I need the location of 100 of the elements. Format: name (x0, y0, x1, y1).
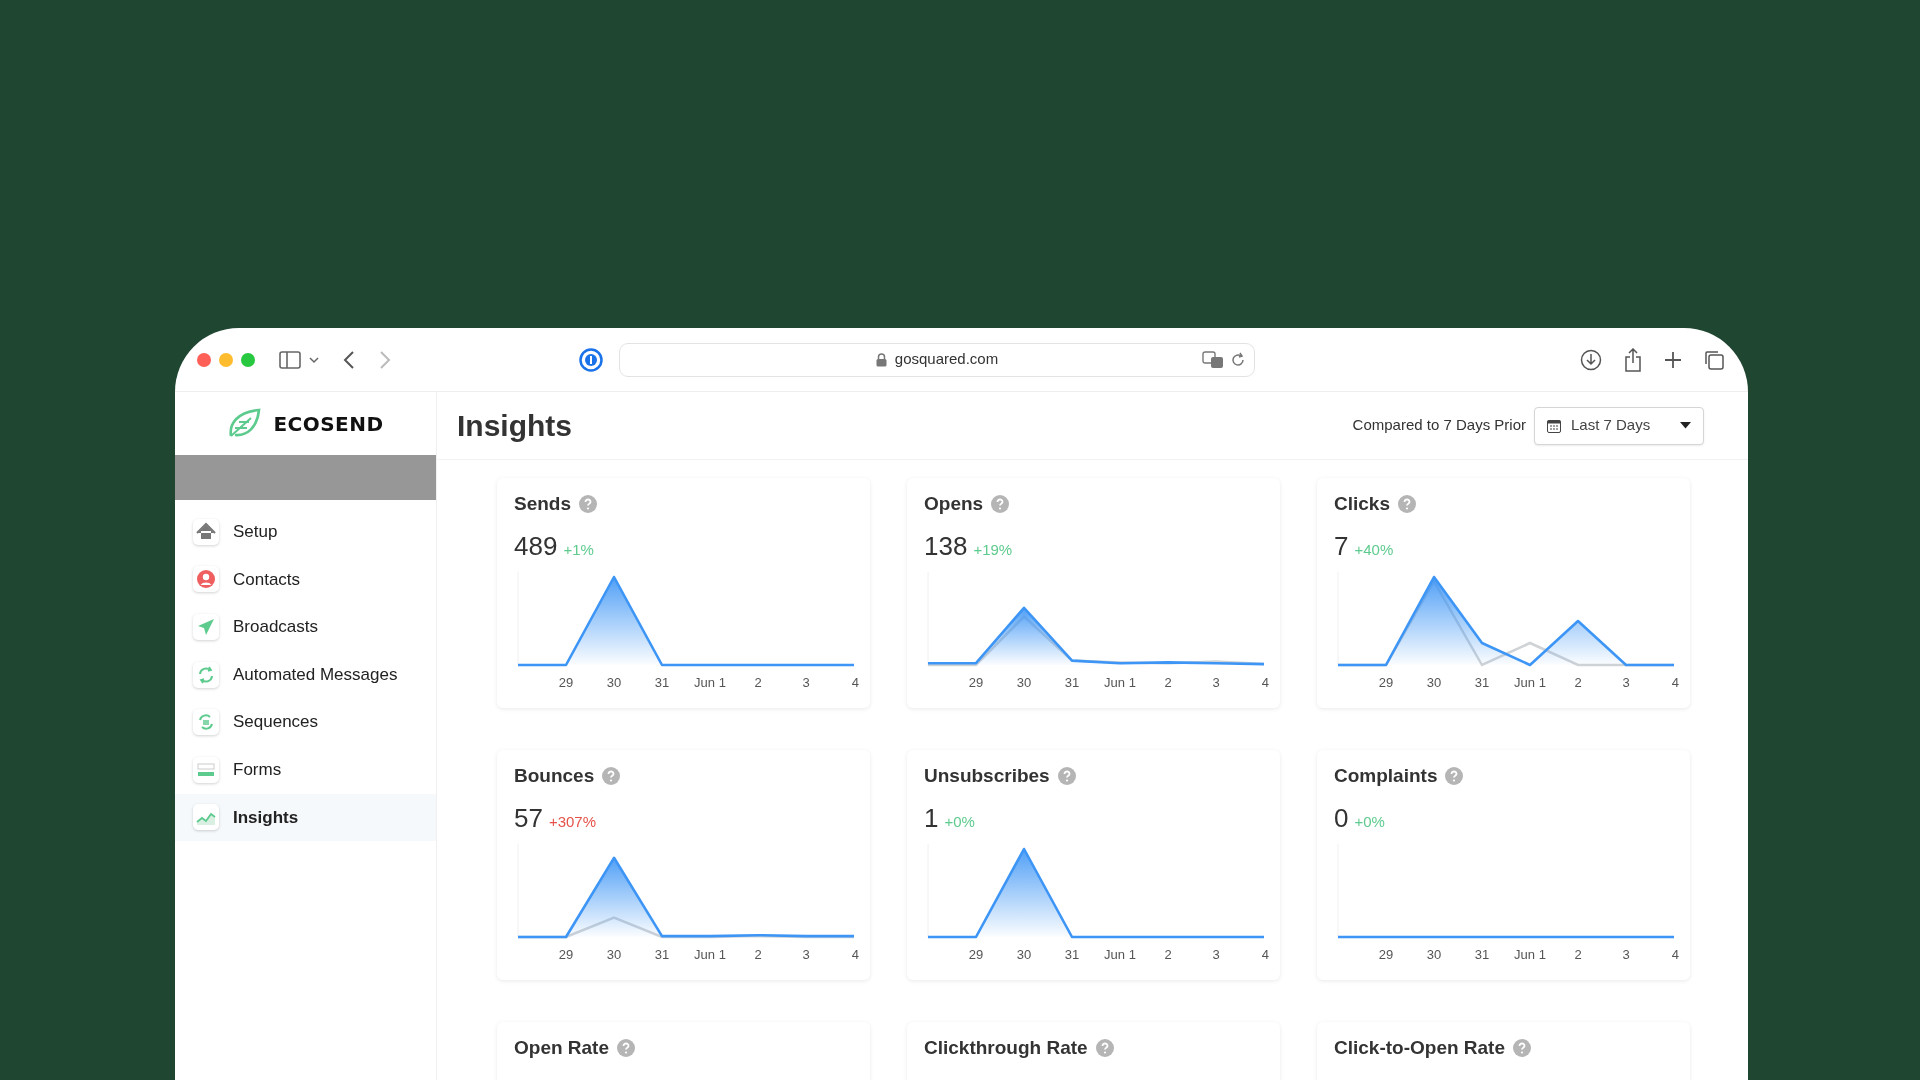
help-icon[interactable] (991, 495, 1010, 514)
sequence-icon (196, 712, 216, 733)
help-icon[interactable] (1095, 1039, 1114, 1058)
axis-label: 31 (1474, 946, 1490, 962)
tabs-icon[interactable] (1704, 349, 1724, 370)
card-title: Open Rate (514, 1036, 610, 1060)
axis-label: 30 (1016, 674, 1032, 690)
help-icon[interactable] (602, 767, 621, 786)
axis-label: 2 (754, 946, 762, 962)
help-icon[interactable] (1398, 495, 1416, 514)
card-title: Clickthrough Rate (924, 1036, 1088, 1060)
chevron-down-icon[interactable] (309, 355, 319, 364)
axis-label: Jun 1 (1514, 946, 1546, 962)
minimize-button[interactable] (219, 352, 233, 367)
lock-icon (875, 352, 887, 367)
axis-label: 29 (558, 946, 574, 962)
axis-label: 3 (1212, 946, 1220, 962)
axis-label: 4 (1671, 674, 1679, 690)
card-title: Click-to-Open Rate (1334, 1036, 1506, 1060)
axis-label: 29 (968, 946, 984, 962)
change-percent: +19% (973, 539, 1013, 560)
stat-value: 138 (924, 529, 968, 563)
comparison-label: Compared to 7 Days Prior (1352, 415, 1526, 436)
help-icon[interactable] (1057, 767, 1076, 786)
axis-label: 29 (1378, 946, 1394, 962)
leaf-logo-icon (227, 407, 262, 440)
stat-value: 7 (1334, 529, 1349, 563)
house-icon (196, 521, 216, 542)
axis-label: Jun 1 (694, 674, 726, 690)
sidebar-item[interactable]: Automated Messages (175, 650, 436, 699)
change-percent: +307% (548, 811, 597, 832)
axis-label: 31 (1064, 674, 1080, 690)
axis-label: Jun 1 (1104, 946, 1136, 962)
cycle-arrows-icon (196, 664, 216, 685)
axis-label: 2 (1164, 946, 1172, 962)
card-title: Unsubscribes (924, 764, 1050, 788)
back-icon[interactable] (343, 350, 355, 369)
stat-value: 0 (1334, 801, 1349, 835)
axis-label: 4 (1261, 946, 1269, 962)
sidebar-item[interactable]: Contacts (175, 555, 436, 604)
axis-label: 30 (1426, 674, 1442, 690)
url-text: gosquared.com (894, 349, 999, 370)
card-title: Sends (514, 492, 572, 516)
axis-label: 30 (606, 946, 622, 962)
change-percent: +1% (563, 539, 594, 560)
password-icon[interactable] (579, 347, 603, 372)
axis-label: 2 (754, 674, 762, 690)
axis-label: 4 (1671, 946, 1679, 962)
sidebar-item[interactable]: Broadcasts (175, 603, 436, 651)
card-title: Complaints (1334, 764, 1438, 788)
axis-label: 29 (1378, 674, 1394, 690)
axis-label: Jun 1 (1514, 674, 1546, 690)
axis-label: 2 (1574, 946, 1582, 962)
change-percent: +40% (1354, 539, 1394, 560)
sidebar-item[interactable]: Setup (175, 508, 436, 556)
sidebar-item[interactable]: Sequences (175, 698, 436, 746)
axis-label: Jun 1 (694, 946, 726, 962)
axis-label: 3 (1622, 674, 1630, 690)
axis-label: 31 (654, 946, 670, 962)
address-bar[interactable]: gosquared.com (619, 342, 1255, 377)
card-title: Bounces (514, 764, 595, 788)
plus-icon[interactable] (1664, 350, 1682, 369)
change-percent: +0% (944, 811, 975, 832)
help-icon[interactable] (617, 1039, 636, 1058)
change-percent: +0% (1354, 811, 1385, 832)
logo-text: ECOSEND (273, 410, 384, 438)
help-icon[interactable] (1513, 1039, 1532, 1058)
download-icon[interactable] (1580, 348, 1602, 371)
caret-icon (1680, 422, 1691, 429)
axis-label: 30 (606, 674, 622, 690)
axis-label: 3 (1622, 946, 1630, 962)
axis-label: 30 (1016, 946, 1032, 962)
reload-icon[interactable] (1230, 351, 1246, 368)
translate-icon[interactable] (1202, 350, 1224, 369)
share-icon[interactable] (1624, 347, 1642, 372)
forward-icon[interactable] (379, 350, 391, 369)
axis-label: 3 (1212, 674, 1220, 690)
axis-label: 3 (802, 946, 810, 962)
axis-label: 2 (1164, 674, 1172, 690)
axis-label: 30 (1426, 946, 1442, 962)
axis-label: 29 (968, 674, 984, 690)
stat-value: 489 (514, 529, 558, 563)
axis-label: 31 (1064, 946, 1080, 962)
axis-label: Jun 1 (1104, 674, 1136, 690)
stat-value: 57 (514, 801, 543, 835)
close-button[interactable] (197, 352, 211, 367)
axis-label: 2 (1574, 674, 1582, 690)
date-range-dropdown[interactable]: Last 7 Days (1534, 406, 1704, 445)
maximize-button[interactable] (241, 352, 255, 367)
sidebar-icon[interactable] (279, 350, 301, 369)
axis-label: 31 (1474, 674, 1490, 690)
help-icon[interactable] (1445, 767, 1464, 786)
card-title: Opens (924, 492, 984, 516)
axis-label: 31 (654, 674, 670, 690)
sidebar-item[interactable]: Insights (175, 793, 436, 842)
axis-label: 4 (851, 674, 859, 690)
sidebar-item[interactable]: Forms (175, 745, 436, 794)
calendar-icon (1547, 418, 1561, 433)
paper-plane-icon (196, 617, 216, 637)
help-icon[interactable] (579, 495, 598, 514)
